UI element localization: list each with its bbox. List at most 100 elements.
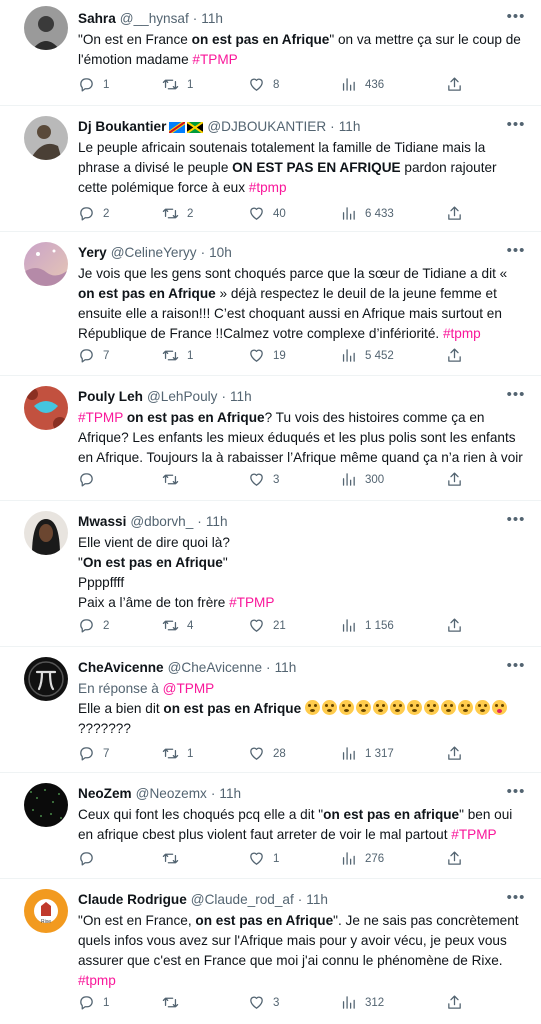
more-icon[interactable]: ••• (505, 242, 527, 260)
reply-button[interactable]: 2 (78, 617, 109, 634)
author-handle[interactable]: @CheAvicenne (168, 658, 262, 678)
timestamp[interactable]: 10h (209, 243, 232, 263)
timestamp[interactable]: 11h (275, 658, 297, 678)
author-name[interactable]: Pouly Leh (78, 387, 143, 407)
hashtag-link[interactable]: #TPMP (451, 827, 496, 842)
like-button[interactable]: 8 (248, 76, 279, 93)
retweet-button[interactable] (162, 471, 187, 488)
like-button[interactable]: 21 (248, 617, 286, 634)
author-name[interactable]: NeoZem (78, 784, 132, 804)
author-handle[interactable]: @CelineYeryy (111, 243, 197, 263)
author-handle[interactable]: @Claude_rod_af (191, 890, 294, 910)
views-button[interactable]: 276 (340, 850, 384, 867)
author-handle[interactable]: @dborvh_ (130, 512, 193, 532)
share-button[interactable] (446, 745, 463, 762)
text-segment: "On est en France (78, 32, 192, 47)
retweet-button[interactable]: 1 (162, 745, 193, 762)
tweet-actions: 3 300 (78, 469, 527, 491)
reply-button[interactable]: 2 (78, 205, 109, 222)
tweet[interactable]: CheAvicenne @CheAvicenne · 11h ••• En ré… (0, 647, 541, 773)
like-button[interactable]: 28 (248, 745, 286, 762)
more-icon[interactable]: ••• (505, 783, 527, 801)
avatar[interactable] (24, 657, 68, 701)
hashtag-link[interactable]: #tpmp (78, 973, 116, 988)
timestamp[interactable]: 11h (206, 512, 228, 532)
reply-button[interactable] (78, 471, 103, 488)
more-icon[interactable]: ••• (505, 657, 527, 675)
hashtag-link[interactable]: #tpmp (249, 180, 287, 195)
share-button[interactable] (446, 994, 463, 1011)
timestamp[interactable]: 11h (339, 117, 361, 137)
tweet[interactable]: Dj Boukantier @DJBOUKANTIER · 11h ••• Le… (0, 106, 541, 232)
share-button[interactable] (446, 76, 463, 93)
reply-button[interactable]: 1 (78, 994, 109, 1011)
hashtag-link[interactable]: #TPMP (78, 410, 123, 425)
author-name[interactable]: Yery (78, 243, 107, 263)
avatar[interactable] (24, 6, 68, 50)
share-button[interactable] (446, 617, 463, 634)
retweet-button[interactable]: 4 (162, 617, 193, 634)
author-handle[interactable]: @DJBOUKANTIER (207, 117, 326, 137)
share-button[interactable] (446, 471, 463, 488)
hashtag-link[interactable]: #tpmp (443, 326, 481, 341)
hashtag-link[interactable]: #TPMP (229, 595, 274, 610)
views-button[interactable]: 436 (340, 76, 384, 93)
reply-button[interactable]: 7 (78, 347, 109, 364)
author-name[interactable]: Sahra (78, 9, 116, 29)
bold-text: on est pas en Afrique (126, 410, 265, 425)
avatar[interactable] (24, 116, 68, 160)
views-button[interactable]: 300 (340, 471, 384, 488)
tweet[interactable]: Yery @CelineYeryy · 10h ••• Je vois que … (0, 232, 541, 376)
author-name[interactable]: CheAvicenne (78, 658, 164, 678)
more-icon[interactable]: ••• (505, 511, 527, 529)
tweet[interactable]: Pouly Leh @LehPouly · 11h ••• #TPMP on e… (0, 376, 541, 501)
author-name[interactable]: Claude Rodrigue (78, 890, 187, 910)
share-button[interactable] (446, 205, 463, 222)
retweet-button[interactable] (162, 994, 187, 1011)
more-icon[interactable]: ••• (505, 116, 527, 134)
timestamp[interactable]: 11h (306, 890, 328, 910)
more-icon[interactable]: ••• (505, 8, 527, 26)
timestamp[interactable]: 11h (219, 784, 241, 804)
tweet[interactable]: Rixe Claude Rodrigue @Claude_rod_af · 11… (0, 879, 541, 1024)
reply-to-link[interactable]: @TPMP (163, 681, 215, 696)
avatar[interactable]: Rixe (24, 889, 68, 933)
timestamp[interactable]: 11h (201, 9, 223, 29)
tweet[interactable]: NeoZem @Neozemx · 11h ••• Ceux qui font … (0, 773, 541, 879)
more-icon[interactable]: ••• (505, 889, 527, 907)
author-name[interactable]: Dj Boukantier (78, 117, 166, 137)
tweet[interactable]: Sahra @__hynsaf · 11h ••• "On est en Fra… (0, 0, 541, 106)
author-handle[interactable]: @__hynsaf (120, 9, 189, 29)
views-button[interactable]: 5 452 (340, 347, 394, 364)
views-button[interactable]: 1 317 (340, 745, 394, 762)
reply-button[interactable]: 7 (78, 745, 109, 762)
views-button[interactable]: 1 156 (340, 617, 394, 634)
author-handle[interactable]: @LehPouly (147, 387, 218, 407)
reply-button[interactable] (78, 850, 103, 867)
like-button[interactable]: 3 (248, 471, 279, 488)
like-button[interactable]: 3 (248, 994, 279, 1011)
avatar[interactable] (24, 511, 68, 555)
share-button[interactable] (446, 850, 463, 867)
like-button[interactable]: 19 (248, 347, 286, 364)
avatar[interactable] (24, 242, 68, 286)
like-button[interactable]: 1 (248, 850, 279, 867)
avatar[interactable] (24, 783, 68, 827)
avatar[interactable] (24, 386, 68, 430)
reply-count: 1 (103, 78, 110, 91)
tweet[interactable]: Mwassi @dborvh_ · 11h ••• Elle vient de … (0, 501, 541, 647)
reply-button[interactable]: 1 (78, 76, 109, 93)
retweet-button[interactable]: 1 (162, 76, 193, 93)
views-button[interactable]: 6 433 (340, 205, 394, 222)
timestamp[interactable]: 11h (230, 387, 252, 407)
like-button[interactable]: 40 (248, 205, 286, 222)
share-button[interactable] (446, 347, 463, 364)
hashtag-link[interactable]: #TPMP (192, 52, 237, 67)
author-handle[interactable]: @Neozemx (136, 784, 207, 804)
more-icon[interactable]: ••• (505, 386, 527, 404)
retweet-button[interactable]: 2 (162, 205, 193, 222)
retweet-button[interactable]: 1 (162, 347, 193, 364)
views-button[interactable]: 312 (340, 994, 384, 1011)
author-name[interactable]: Mwassi (78, 512, 126, 532)
retweet-button[interactable] (162, 850, 187, 867)
